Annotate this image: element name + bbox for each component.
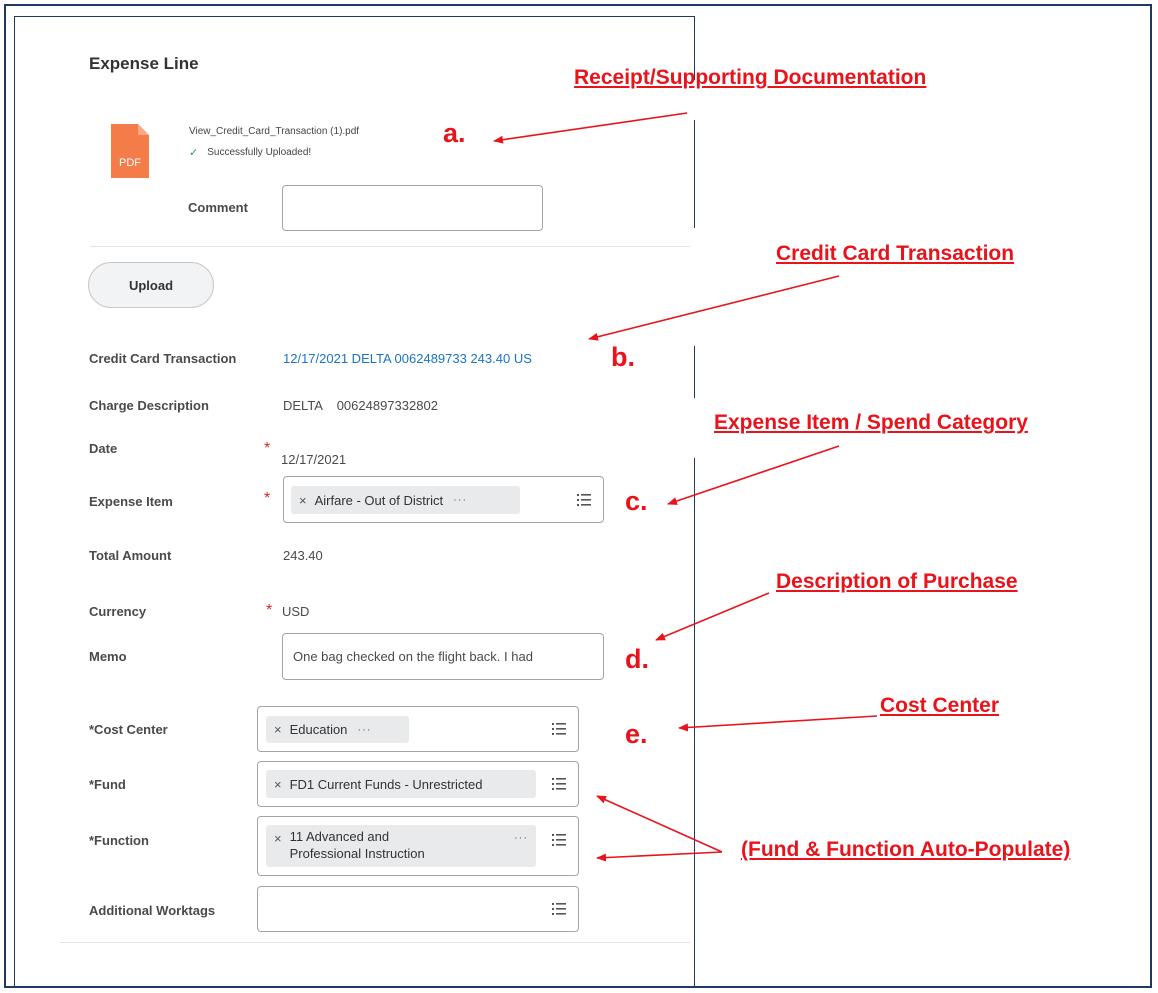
credit-card-transaction-link[interactable]: 12/17/2021 DELTA 0062489733 243.40 US [283, 351, 532, 366]
comment-input[interactable] [282, 185, 543, 231]
annotation-letter-d: d. [625, 644, 649, 674]
checkmark-icon: ✓ [189, 147, 199, 159]
remove-icon[interactable]: × [274, 722, 282, 737]
list-icon[interactable] [552, 834, 566, 846]
annotation-letter-c: c. [625, 486, 648, 516]
list-icon[interactable] [552, 723, 566, 735]
list-icon[interactable] [577, 494, 591, 506]
more-icon[interactable]: ··· [357, 724, 371, 736]
additional-worktags-label: Additional Worktags [89, 903, 216, 918]
charge-description-value: DELTA 00624897332802 [283, 398, 438, 413]
credit-card-transaction-label: Credit Card Transaction [89, 351, 237, 366]
section-divider [90, 246, 690, 247]
memo-input[interactable]: One bag checked on the flight back. I ha… [282, 633, 604, 680]
annotation-cost-center: Cost Center [880, 694, 1000, 717]
more-icon[interactable]: ··· [514, 832, 528, 844]
function-pill[interactable]: × 11 Advanced and Professional Instructi… [266, 825, 536, 867]
additional-worktags-prompt[interactable] [257, 886, 579, 932]
function-label: *Function [89, 833, 149, 848]
annotation-letter-e: e. [625, 719, 648, 749]
fund-value: FD1 Current Funds - Unrestricted [289, 776, 483, 792]
memo-label: Memo [89, 649, 127, 664]
currency-value: USD [282, 604, 310, 619]
list-icon[interactable] [552, 778, 566, 790]
upload-status: ✓ Successfully Uploaded! [189, 146, 311, 159]
charge-description-label: Charge Description [89, 398, 209, 413]
expense-item-pill[interactable]: × Airfare - Out of District ··· [291, 486, 520, 514]
annotation-description: Description of Purchase [776, 570, 1018, 593]
function-value-line-1: 11 Advanced and [289, 829, 390, 844]
comment-label: Comment [188, 200, 248, 215]
annotation-letter-a: a. [443, 118, 466, 148]
file-name-link[interactable]: View_Credit_Card_Transaction (1).pdf [189, 126, 359, 137]
pdf-file-icon[interactable]: PDF [111, 124, 149, 178]
annotation-letter-b: b. [611, 342, 635, 372]
more-icon[interactable]: ··· [453, 494, 467, 506]
remove-icon[interactable]: × [274, 777, 282, 792]
bottom-divider [60, 942, 690, 943]
remove-icon[interactable]: × [274, 831, 282, 846]
required-marker: * [264, 440, 271, 457]
upload-button[interactable]: Upload [88, 262, 214, 308]
fund-label: *Fund [89, 777, 126, 792]
function-value-line-2: Professional Instruction [289, 846, 425, 861]
fund-pill[interactable]: × FD1 Current Funds - Unrestricted [266, 770, 536, 798]
currency-label: Currency [89, 604, 147, 619]
annotation-credit-card: Credit Card Transaction [776, 242, 1015, 265]
total-amount-value: 243.40 [283, 548, 323, 563]
upload-status-text: Successfully Uploaded! [207, 147, 312, 158]
total-amount-label: Total Amount [89, 548, 172, 563]
cost-center-label: *Cost Center [89, 722, 168, 737]
annotation-receipt: Receipt/Supporting Documentation [574, 66, 927, 89]
cost-center-value: Education [289, 722, 348, 737]
required-marker: * [264, 490, 271, 507]
expense-item-value: Airfare - Out of District [314, 492, 444, 508]
date-value: 12/17/2021 [281, 452, 347, 467]
function-value: 11 Advanced and Professional Instruction [290, 828, 504, 862]
required-marker: * [266, 602, 273, 619]
border-gap [690, 398, 710, 458]
page-title: Expense Line [89, 54, 199, 73]
expense-item-label: Expense Item [89, 494, 173, 509]
date-label: Date [89, 441, 118, 456]
border-gap [690, 228, 710, 346]
remove-icon[interactable]: × [299, 493, 307, 508]
cost-center-pill[interactable]: × Education ··· [266, 716, 409, 743]
annotation-fund-function: (Fund & Function Auto-Populate) [741, 838, 1071, 861]
list-icon[interactable] [552, 903, 566, 915]
pdf-icon-label: PDF [119, 157, 141, 169]
annotation-expense-item: Expense Item / Spend Category [714, 411, 1028, 434]
